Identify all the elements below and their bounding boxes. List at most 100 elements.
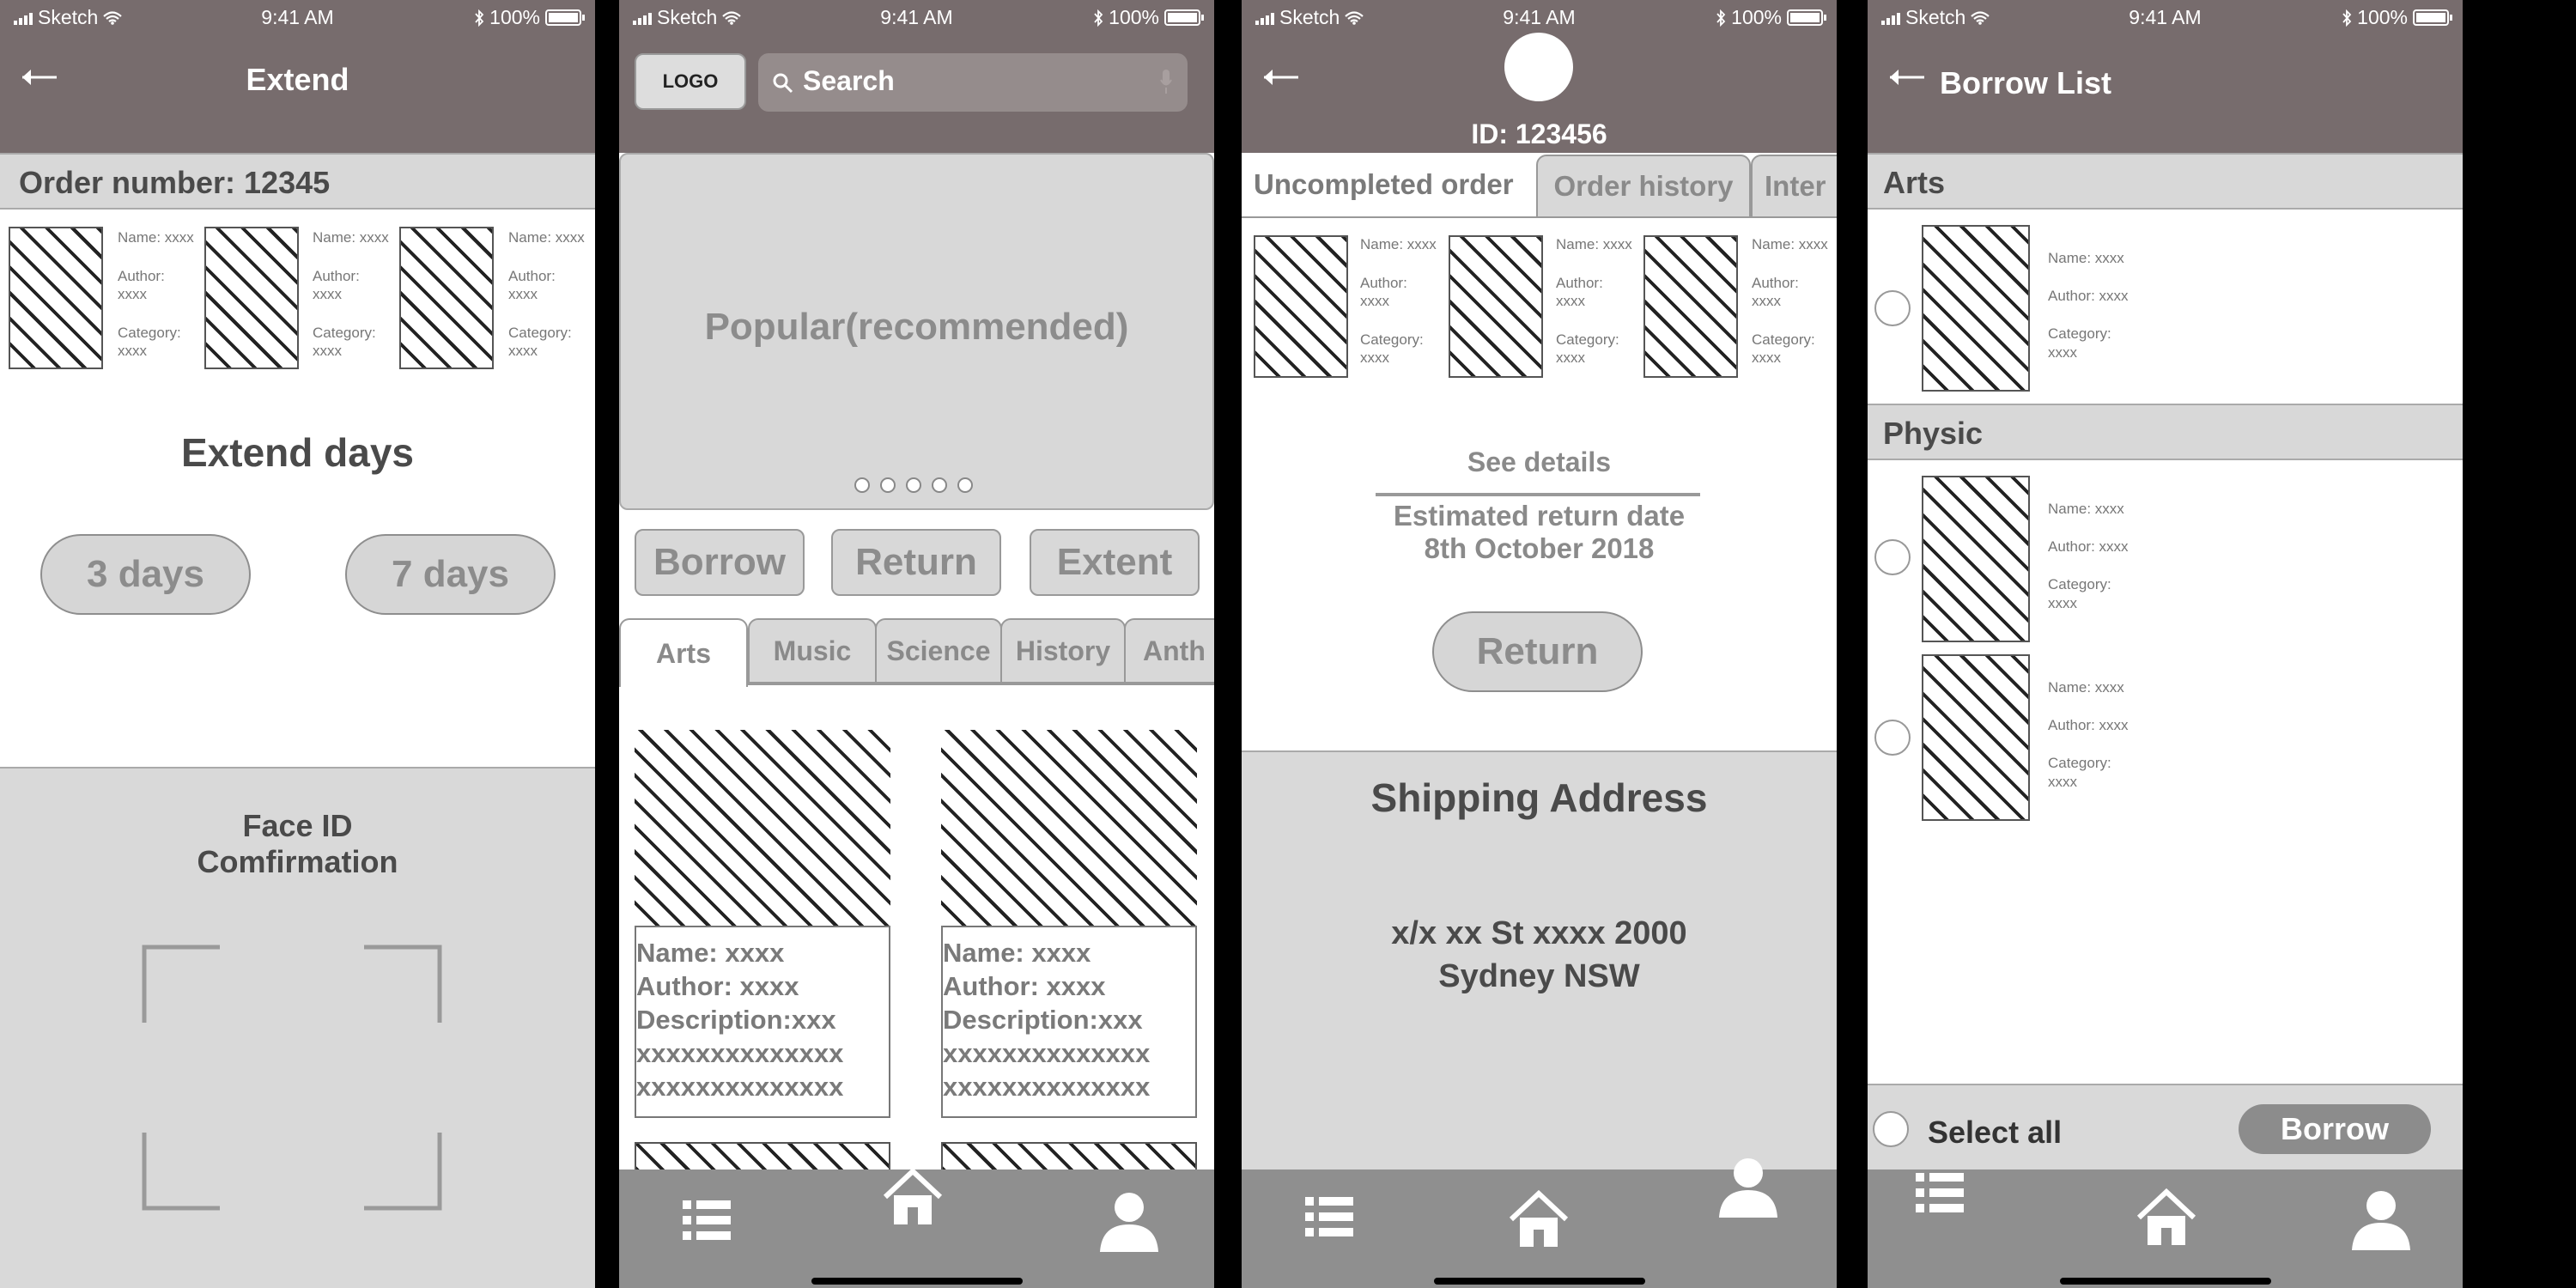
tab-arts[interactable]: Arts [619, 618, 748, 687]
book-meta: Name: xxxx Author: xxxx Category: xxxx [2048, 250, 2129, 361]
list-icon[interactable] [1914, 1168, 1965, 1219]
popular-banner[interactable]: Popular(recommended) [619, 153, 1214, 510]
book-cover[interactable] [1922, 654, 2030, 821]
book-meta: Name: xxxx Author: xxxx Category: xxxx [118, 229, 194, 359]
book-cover[interactable] [1643, 235, 1738, 378]
banner-title: Popular(recommended) [704, 306, 1129, 348]
faceid-panel: Face ID Comfirmation [0, 767, 595, 1288]
battery-icon [2413, 9, 2452, 26]
tab-science[interactable]: Science [875, 618, 1002, 683]
tab-music[interactable]: Music [748, 618, 877, 683]
book-meta: Name: xxxx Author: xxxx Category: xxxx [313, 229, 389, 359]
tab-interest[interactable]: Inter [1751, 155, 1837, 218]
page-title: Borrow List [1940, 65, 2112, 100]
book-card[interactable]: Name: xxxx Author: xxxx Description:xxx xxx… [635, 730, 890, 1118]
user-id: ID: 123456 [1471, 118, 1607, 149]
section-physic: Physic [1868, 404, 2463, 460]
book-cover[interactable] [1449, 235, 1543, 378]
card-meta: Name: xxxx Author: xxxx Description:xxx xxx… [636, 938, 844, 1102]
back-arrow-icon[interactable] [1261, 67, 1300, 88]
divider [1376, 493, 1700, 496]
select-all-checkbox[interactable] [1873, 1111, 1909, 1147]
bottom-tab-bar [1242, 1158, 1837, 1288]
order-number: Order number: 12345 [0, 153, 595, 210]
home-icon[interactable] [1508, 1190, 1570, 1250]
section-arts: Arts [1868, 153, 2463, 210]
tab-uncompleted-order[interactable]: Uncompleted order [1254, 168, 1514, 201]
bottom-tab-bar [1868, 1170, 2463, 1288]
user-icon[interactable] [1717, 1156, 1779, 1218]
card-meta: Name: xxxx Author: xxxx Description:xxx xxx… [943, 938, 1151, 1102]
book-meta: Name: xxxx Author: xxxx Category: xxxx [2048, 501, 2129, 611]
home-screen: Sketch 9:41 AM 100% LOGO Search Popular(… [619, 0, 1214, 1288]
extend-7-days-button[interactable]: 7 days [345, 534, 556, 615]
book-meta: Name: xxxx Author: xxxx Category: xxxx [1360, 236, 1437, 366]
book-cover[interactable] [399, 227, 494, 369]
estimated-return: Estimated return date 8th October 2018 [1393, 500, 1686, 564]
battery-icon [545, 9, 585, 26]
bluetooth-icon [1716, 9, 1726, 27]
borrow-list-screen: Sketch 9:41 AM 100% Borrow List Arts Nam… [1868, 0, 2463, 1288]
faceid-frame-icon [142, 945, 442, 1211]
battery-icon [1787, 9, 1826, 26]
return-button[interactable]: Return [831, 529, 1001, 596]
battery-label: 100% [489, 6, 540, 28]
microphone-icon[interactable] [1160, 69, 1172, 94]
search-placeholder: Search [803, 65, 895, 96]
shipping-title: Shipping Address [1370, 775, 1708, 820]
bluetooth-icon [2342, 9, 2352, 27]
home-indicator [811, 1278, 1023, 1285]
return-button[interactable]: Return [1432, 611, 1643, 692]
search-icon [773, 73, 793, 94]
extent-button[interactable]: Extent [1030, 529, 1200, 596]
page-title: Extend [246, 62, 349, 97]
status-bar: Sketch 9:41 AM 100% [1242, 0, 1837, 36]
select-all-label[interactable]: Select all [1928, 1115, 2062, 1151]
book-cover[interactable] [1922, 225, 2030, 392]
extend-3-days-button[interactable]: 3 days [40, 534, 251, 615]
book-card[interactable]: Name: xxxx Author: xxxx Description:xxx xxx… [941, 730, 1197, 1118]
book-meta: Name: xxxx Author: xxxx Category: xxxx [1752, 236, 1828, 366]
borrow-button[interactable]: Borrow [2239, 1104, 2431, 1154]
list-icon[interactable] [681, 1195, 732, 1247]
see-details-link[interactable]: See details [1242, 447, 1837, 478]
tab-anth[interactable]: Anth [1124, 618, 1214, 683]
back-arrow-icon[interactable] [1886, 67, 1926, 88]
home-icon[interactable] [882, 1168, 944, 1228]
profile-screen: Sketch 9:41 AM 100% ID: 123456 Uncomplet… [1242, 0, 1837, 1288]
bluetooth-icon [1094, 9, 1103, 27]
extend-days-heading: Extend days [181, 430, 414, 475]
user-icon[interactable] [2350, 1188, 2412, 1250]
bottom-tab-bar [619, 1168, 1214, 1288]
home-indicator [1434, 1278, 1645, 1285]
list-icon[interactable] [1303, 1192, 1355, 1243]
extend-screen: Sketch 9:41 AM 100% Extend Order number:… [0, 0, 595, 1288]
item-checkbox[interactable] [1874, 720, 1911, 756]
search-input[interactable]: Search [758, 53, 1188, 112]
select-all-bar: Select all Borrow [1868, 1084, 2463, 1170]
shipping-address: x/x xx St xxxx 2000 Sydney NSW [1391, 915, 1687, 994]
status-bar: Sketch 9:41 AM 100% [619, 0, 1214, 36]
status-bar: Sketch 9:41 AM 100% [0, 0, 595, 36]
book-meta: Name: xxxx Author: xxxx Category: xxxx [1556, 236, 1632, 366]
book-cover[interactable] [1922, 476, 2030, 642]
tab-order-history[interactable]: Order history [1536, 155, 1751, 218]
book-cover[interactable] [204, 227, 299, 369]
avatar[interactable] [1504, 33, 1573, 101]
tab-history[interactable]: History [1000, 618, 1126, 683]
status-bar: Sketch 9:41 AM 100% [1868, 0, 2463, 36]
book-meta: Name: xxxx Author: xxxx Category: xxxx [2048, 679, 2129, 790]
borrow-button[interactable]: Borrow [635, 529, 805, 596]
carousel-dots[interactable] [854, 477, 973, 493]
item-checkbox[interactable] [1874, 539, 1911, 575]
logo[interactable]: LOGO [635, 53, 746, 110]
book-cover[interactable] [9, 227, 103, 369]
user-icon[interactable] [1098, 1190, 1160, 1252]
item-checkbox[interactable] [1874, 290, 1911, 326]
book-cover[interactable] [1254, 235, 1348, 378]
home-icon[interactable] [2136, 1188, 2197, 1249]
faceid-title: Face ID Comfirmation [197, 808, 398, 879]
shipping-panel: Shipping Address x/x xx St xxxx 2000 Sydn… [1242, 750, 1837, 1170]
bluetooth-icon [475, 9, 484, 27]
home-indicator [2060, 1278, 2271, 1285]
